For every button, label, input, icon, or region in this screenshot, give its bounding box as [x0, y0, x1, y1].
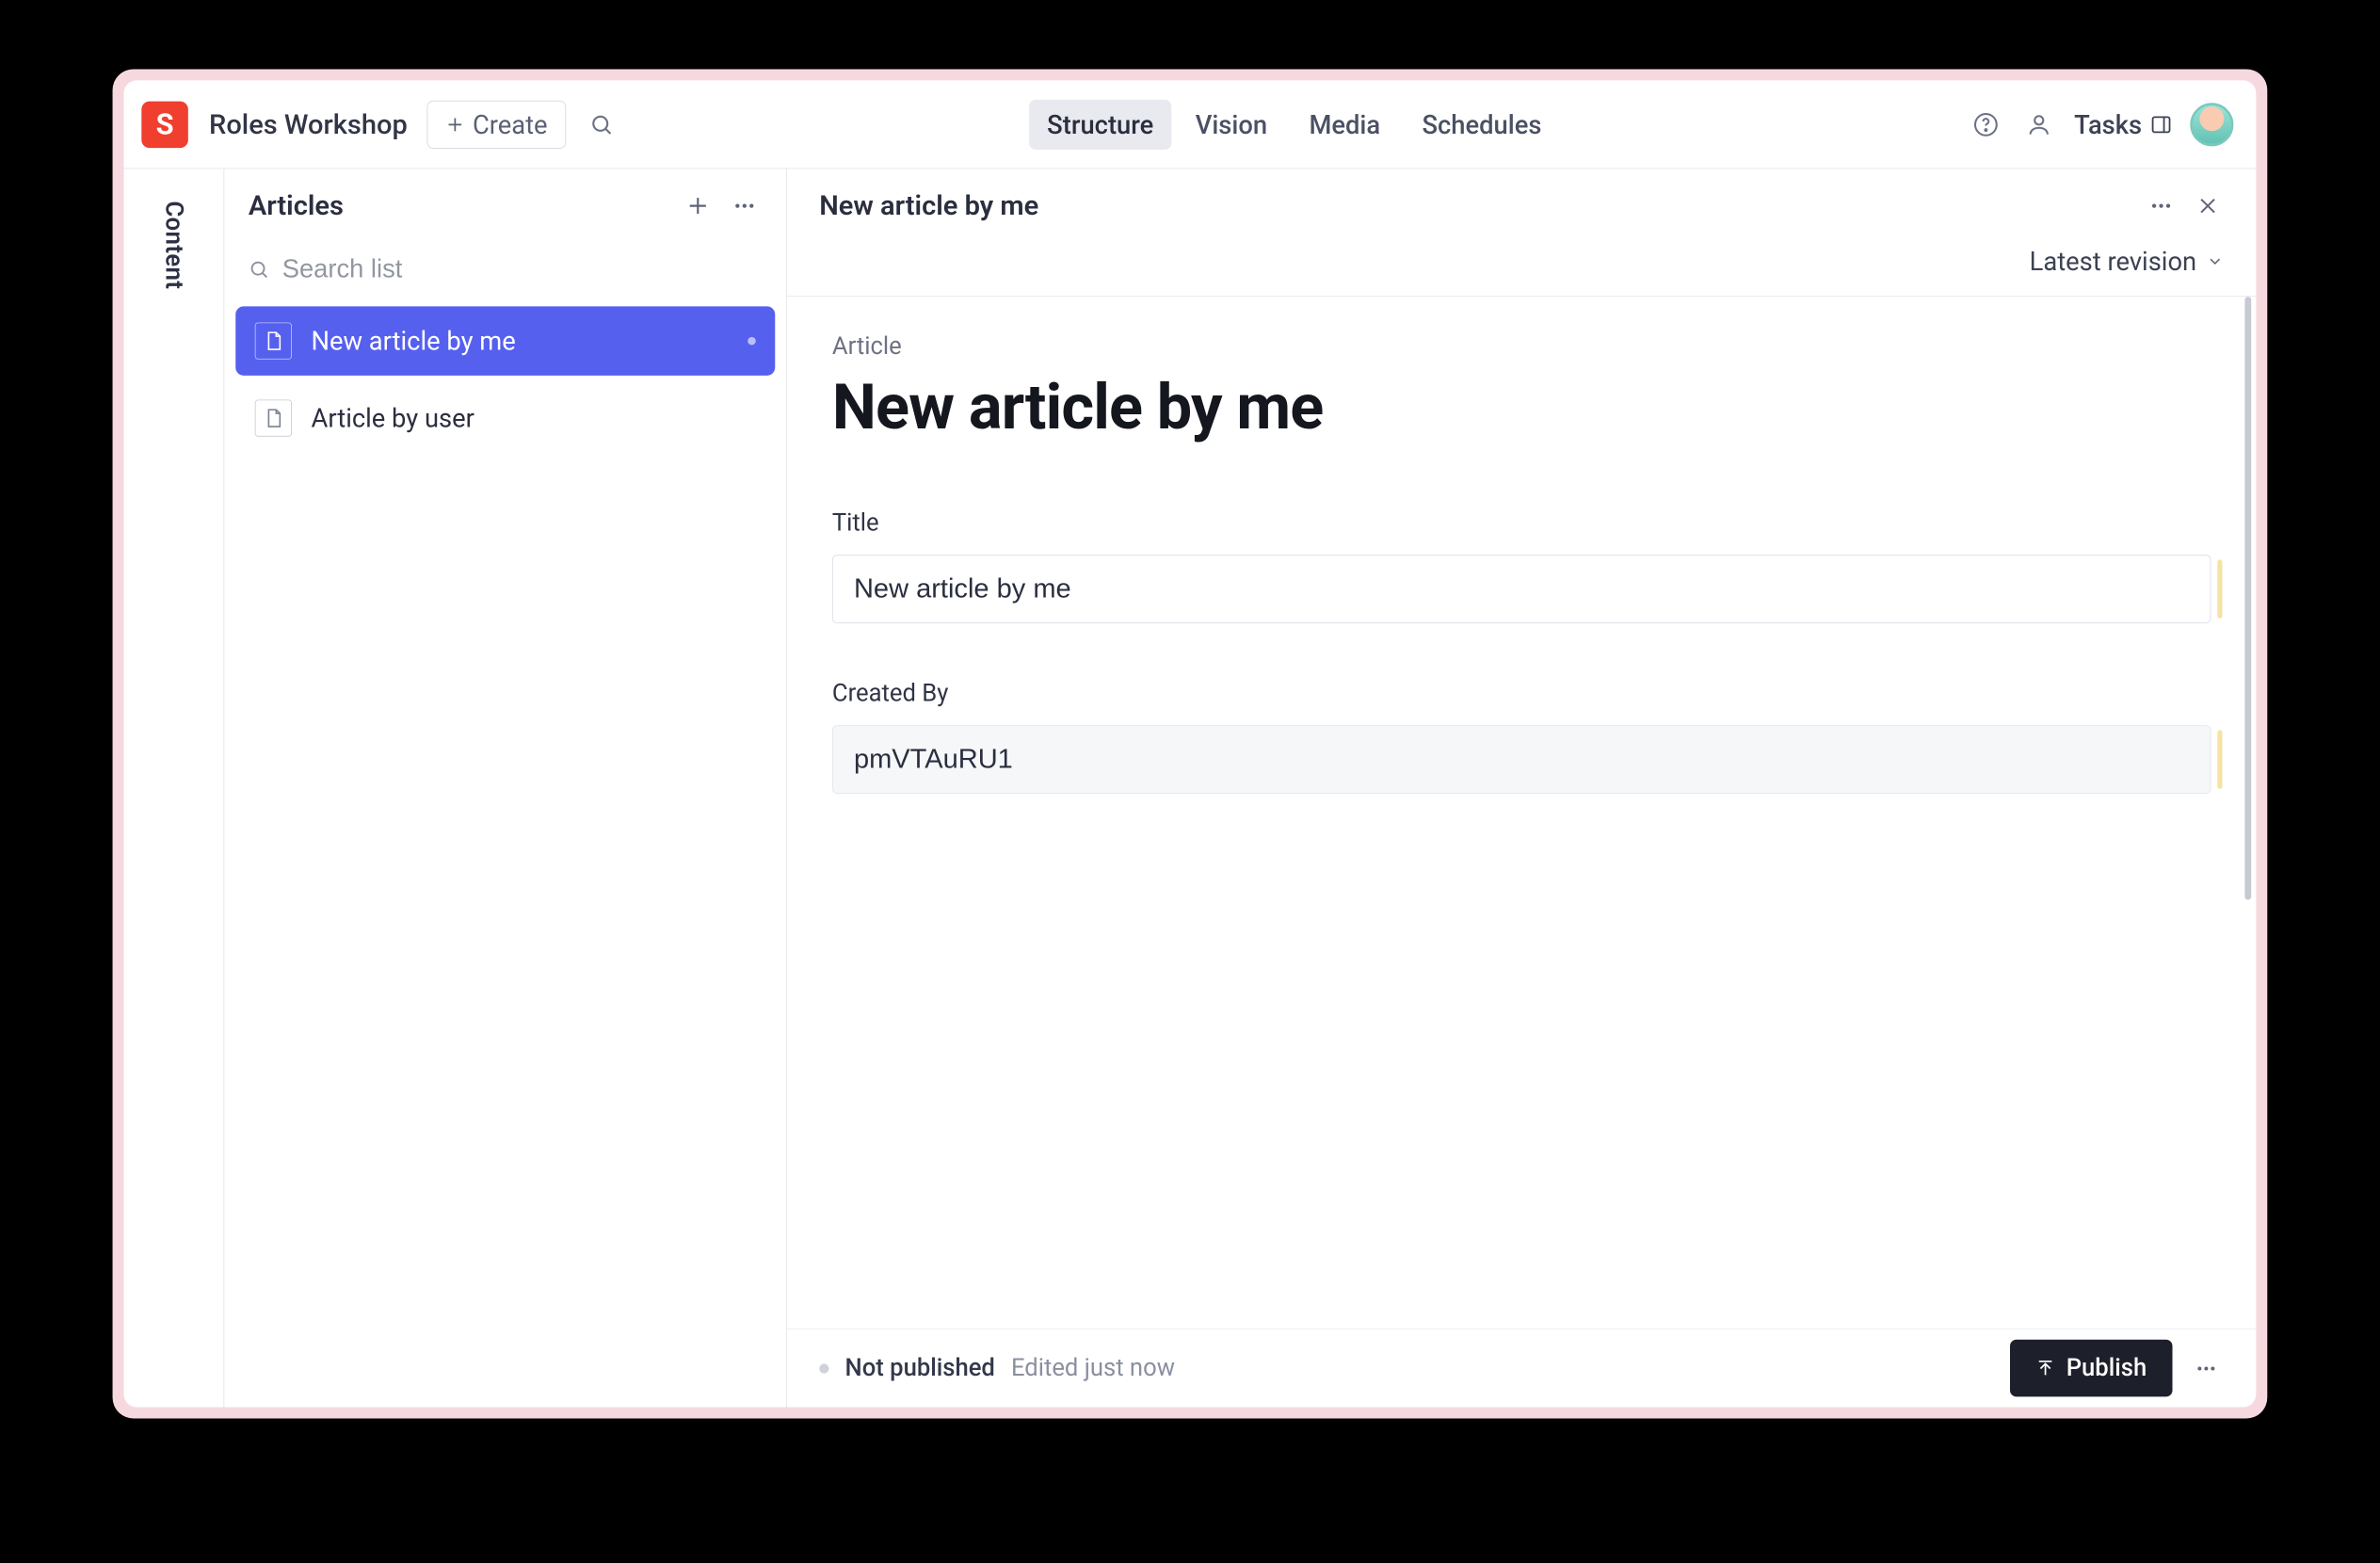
- list-item[interactable]: New article by me: [235, 306, 775, 375]
- presence-button[interactable]: [2021, 106, 2057, 142]
- list-title: Articles: [249, 190, 669, 222]
- app-root: S Roles Workshop Create Structure Vis: [124, 80, 2257, 1407]
- list-menu-button[interactable]: [727, 188, 763, 224]
- nav-center: Structure Vision Media Schedules: [636, 99, 1952, 149]
- change-indicator: [2217, 559, 2222, 618]
- ellipsis-icon: [732, 194, 757, 218]
- document-icon: [255, 322, 292, 359]
- list-search-input[interactable]: [282, 254, 763, 284]
- chevron-down-icon: [2206, 252, 2224, 270]
- plus-icon: [445, 115, 464, 134]
- field-created-by: Created By: [832, 680, 2211, 794]
- create-button[interactable]: Create: [426, 100, 566, 148]
- list-panel: Articles: [224, 169, 787, 1407]
- user-icon: [2026, 111, 2051, 137]
- tasks-button[interactable]: Tasks: [2074, 109, 2172, 139]
- list-items: New article by me Article by user: [224, 303, 786, 456]
- nav-tab-vision[interactable]: Vision: [1178, 99, 1285, 149]
- doc-type-label: Article: [832, 332, 2211, 361]
- nav-tab-schedules[interactable]: Schedules: [1405, 99, 1559, 149]
- list-header: Articles: [224, 169, 786, 243]
- field-label: Created By: [832, 680, 2211, 708]
- main-area: Content Articles: [124, 169, 2257, 1407]
- global-search-button[interactable]: [582, 105, 620, 143]
- publish-status: Not published: [845, 1354, 995, 1382]
- document-icon: [255, 399, 292, 436]
- doc-body: Article New article by me Title Created …: [787, 297, 2256, 1329]
- user-avatar[interactable]: [2190, 103, 2233, 146]
- top-nav: S Roles Workshop Create Structure Vis: [124, 80, 2257, 169]
- document-panel: New article by me La: [787, 169, 2256, 1407]
- list-search: [224, 243, 786, 303]
- list-item-label: New article by me: [311, 326, 728, 356]
- doc-heading: New article by me: [832, 372, 2211, 445]
- ellipsis-icon: [2195, 1357, 2217, 1379]
- title-input[interactable]: [832, 555, 2211, 623]
- upload-icon: [2035, 1359, 2054, 1378]
- list-item[interactable]: Article by user: [235, 383, 775, 452]
- rail-label-content[interactable]: Content: [160, 201, 188, 1408]
- tasks-label: Tasks: [2074, 109, 2142, 139]
- doc-crumb-title: New article by me: [819, 190, 2131, 222]
- publish-label: Publish: [2066, 1354, 2147, 1382]
- brand-logo[interactable]: S: [141, 101, 188, 148]
- field-label: Title: [832, 509, 2211, 538]
- publish-button[interactable]: Publish: [2010, 1340, 2173, 1397]
- brand-letter: S: [156, 107, 174, 141]
- doc-header: New article by me: [787, 169, 2256, 243]
- status-dot: [748, 337, 756, 346]
- help-button[interactable]: [1968, 106, 2003, 142]
- search-icon: [249, 259, 269, 280]
- panel-icon: [2150, 113, 2173, 136]
- publish-menu-button[interactable]: [2189, 1350, 2225, 1386]
- search-icon: [589, 112, 614, 137]
- workspace-name[interactable]: Roles Workshop: [209, 108, 408, 140]
- create-label: Create: [473, 109, 548, 139]
- plus-icon: [685, 194, 710, 218]
- created-by-input: [832, 725, 2211, 794]
- field-title: Title: [832, 509, 2211, 623]
- edited-timestamp: Edited just now: [1011, 1354, 1175, 1382]
- window-frame: S Roles Workshop Create Structure Vis: [113, 69, 2268, 1418]
- close-button[interactable]: [2192, 190, 2224, 222]
- add-item-button[interactable]: [680, 188, 716, 224]
- ellipsis-icon: [2149, 194, 2174, 218]
- nav-tab-media[interactable]: Media: [1292, 99, 1398, 149]
- doc-menu-button[interactable]: [2144, 188, 2179, 224]
- publish-status-dot: [819, 1363, 828, 1373]
- doc-footer: Not published Edited just now Publish: [787, 1329, 2256, 1408]
- help-icon: [1972, 111, 1998, 137]
- left-rail: Content: [124, 169, 225, 1407]
- close-icon: [2196, 195, 2219, 218]
- list-item-label: Article by user: [311, 403, 755, 433]
- scrollbar[interactable]: [2244, 297, 2251, 900]
- revision-selector[interactable]: Latest revision: [787, 243, 2256, 297]
- revision-label: Latest revision: [2030, 246, 2196, 276]
- change-indicator: [2217, 730, 2222, 788]
- nav-tab-structure[interactable]: Structure: [1029, 99, 1171, 149]
- nav-right: Tasks: [1968, 103, 2233, 146]
